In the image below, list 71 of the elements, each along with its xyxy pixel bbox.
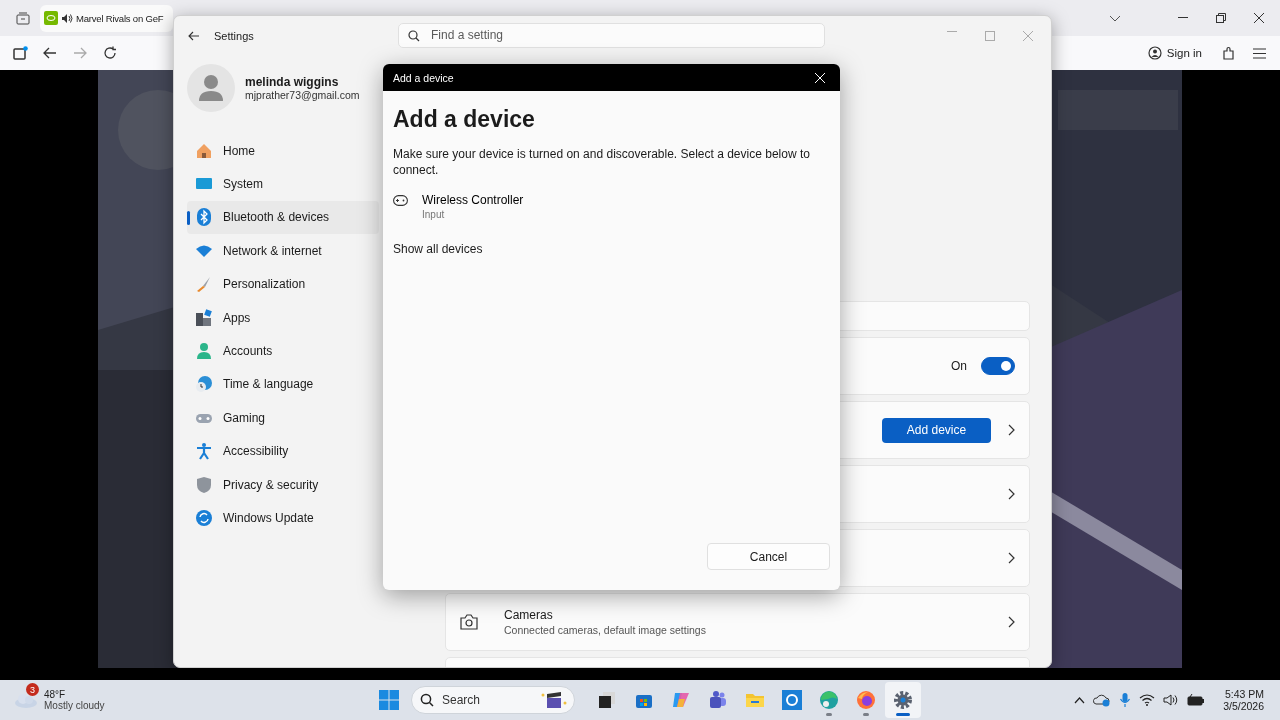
cancel-button[interactable]: Cancel — [707, 543, 830, 570]
running-indicator — [896, 713, 910, 716]
running-indicator — [826, 713, 832, 716]
dialog-title: Add a device — [393, 71, 455, 84]
chevron-up-icon[interactable] — [1074, 696, 1086, 704]
wifi-icon[interactable] — [1139, 694, 1156, 706]
sidebar-item[interactable]: Apps — [187, 300, 379, 335]
settings-card[interactable]: Cameras Connected cameras, default image settings — [445, 593, 1030, 651]
sidebar-item[interactable]: Personalization — [187, 267, 379, 301]
sign-in-button[interactable]: Sign in — [1141, 42, 1208, 64]
device-item[interactable]: Wireless Controller Input — [393, 193, 593, 220]
sidebar-item[interactable]: System — [187, 167, 379, 201]
sidebar-item[interactable]: Network & internet — [187, 234, 379, 268]
gamepad-icon — [393, 195, 408, 206]
add-device-button[interactable]: Add device — [882, 417, 991, 443]
chevron-right-icon — [1007, 552, 1015, 564]
card-description: Connected cameras, default image settings — [504, 624, 707, 636]
show-all-devices-link[interactable]: Show all devices — [393, 242, 483, 256]
bluetooth-icon — [195, 208, 213, 227]
browser-tab[interactable]: Marvel Rivals on GeF — [40, 4, 173, 32]
toggle-switch[interactable] — [981, 357, 1015, 375]
circle-app-icon — [782, 690, 802, 710]
globe-clock-icon — [195, 375, 213, 394]
chevron-right-icon — [1007, 424, 1015, 436]
volume-icon[interactable] — [1163, 694, 1180, 706]
avatar-icon[interactable] — [187, 64, 235, 112]
sidebar-item[interactable]: Accounts — [187, 334, 379, 368]
firefox-icon — [856, 690, 876, 710]
house-icon — [195, 141, 213, 160]
gear-icon — [893, 690, 913, 710]
settings-search-field[interactable]: Find a setting — [398, 22, 825, 48]
clapperboard-icon — [541, 691, 567, 709]
sidebar-item[interactable]: Gaming — [187, 401, 379, 435]
edge-icon — [819, 690, 839, 710]
taskbar-search-field[interactable]: Search — [411, 686, 575, 714]
windows-start-icon[interactable] — [379, 690, 399, 710]
dialog-heading: Add a device — [393, 106, 536, 133]
refresh-icon — [195, 509, 213, 527]
sidebar-item[interactable]: Bluetooth & devices — [187, 200, 379, 235]
user-email: mjprather73@gmail.com — [245, 89, 360, 101]
camera-icon — [460, 614, 478, 630]
card-title: Cameras — [504, 608, 554, 622]
toggle-state-label: On — [951, 359, 967, 373]
chevron-right-icon — [1007, 488, 1015, 500]
nvidia-icon — [44, 11, 58, 25]
notification-badge: 3 — [26, 683, 39, 696]
taskbar-app[interactable] — [885, 682, 921, 718]
copilot-icon — [671, 690, 691, 710]
task-view-icon — [597, 690, 617, 710]
teams-icon — [708, 690, 728, 710]
sidebar-item[interactable]: Privacy & security — [187, 467, 379, 502]
chevron-right-icon — [1007, 616, 1015, 628]
instructions-text: Make sure your device is turned on and discoverable. Select a device below to connect. — [393, 146, 811, 178]
sidebar-item[interactable]: Time & language — [187, 367, 379, 402]
microphone-icon[interactable] — [1119, 692, 1132, 708]
user-name: melinda wiggins — [245, 75, 340, 89]
apps-icon — [195, 308, 213, 327]
window-title: Settings — [214, 30, 255, 42]
battery-icon[interactable] — [1187, 694, 1206, 706]
person-icon — [195, 342, 213, 361]
sidebar-item[interactable]: Accessibility — [187, 434, 379, 468]
search-icon — [408, 29, 420, 42]
running-indicator — [863, 713, 869, 716]
sidebar-item[interactable]: Windows Update — [187, 501, 379, 535]
search-icon — [420, 693, 434, 707]
clock[interactable]: 5:43 PM 3/5/2026 — [1223, 688, 1264, 712]
cloud-info-icon[interactable] — [1093, 693, 1112, 707]
sidebar-item[interactable]: Home — [187, 134, 379, 168]
accessibility-icon — [195, 442, 213, 461]
account-icon — [1147, 46, 1162, 60]
shield-icon — [195, 475, 213, 494]
